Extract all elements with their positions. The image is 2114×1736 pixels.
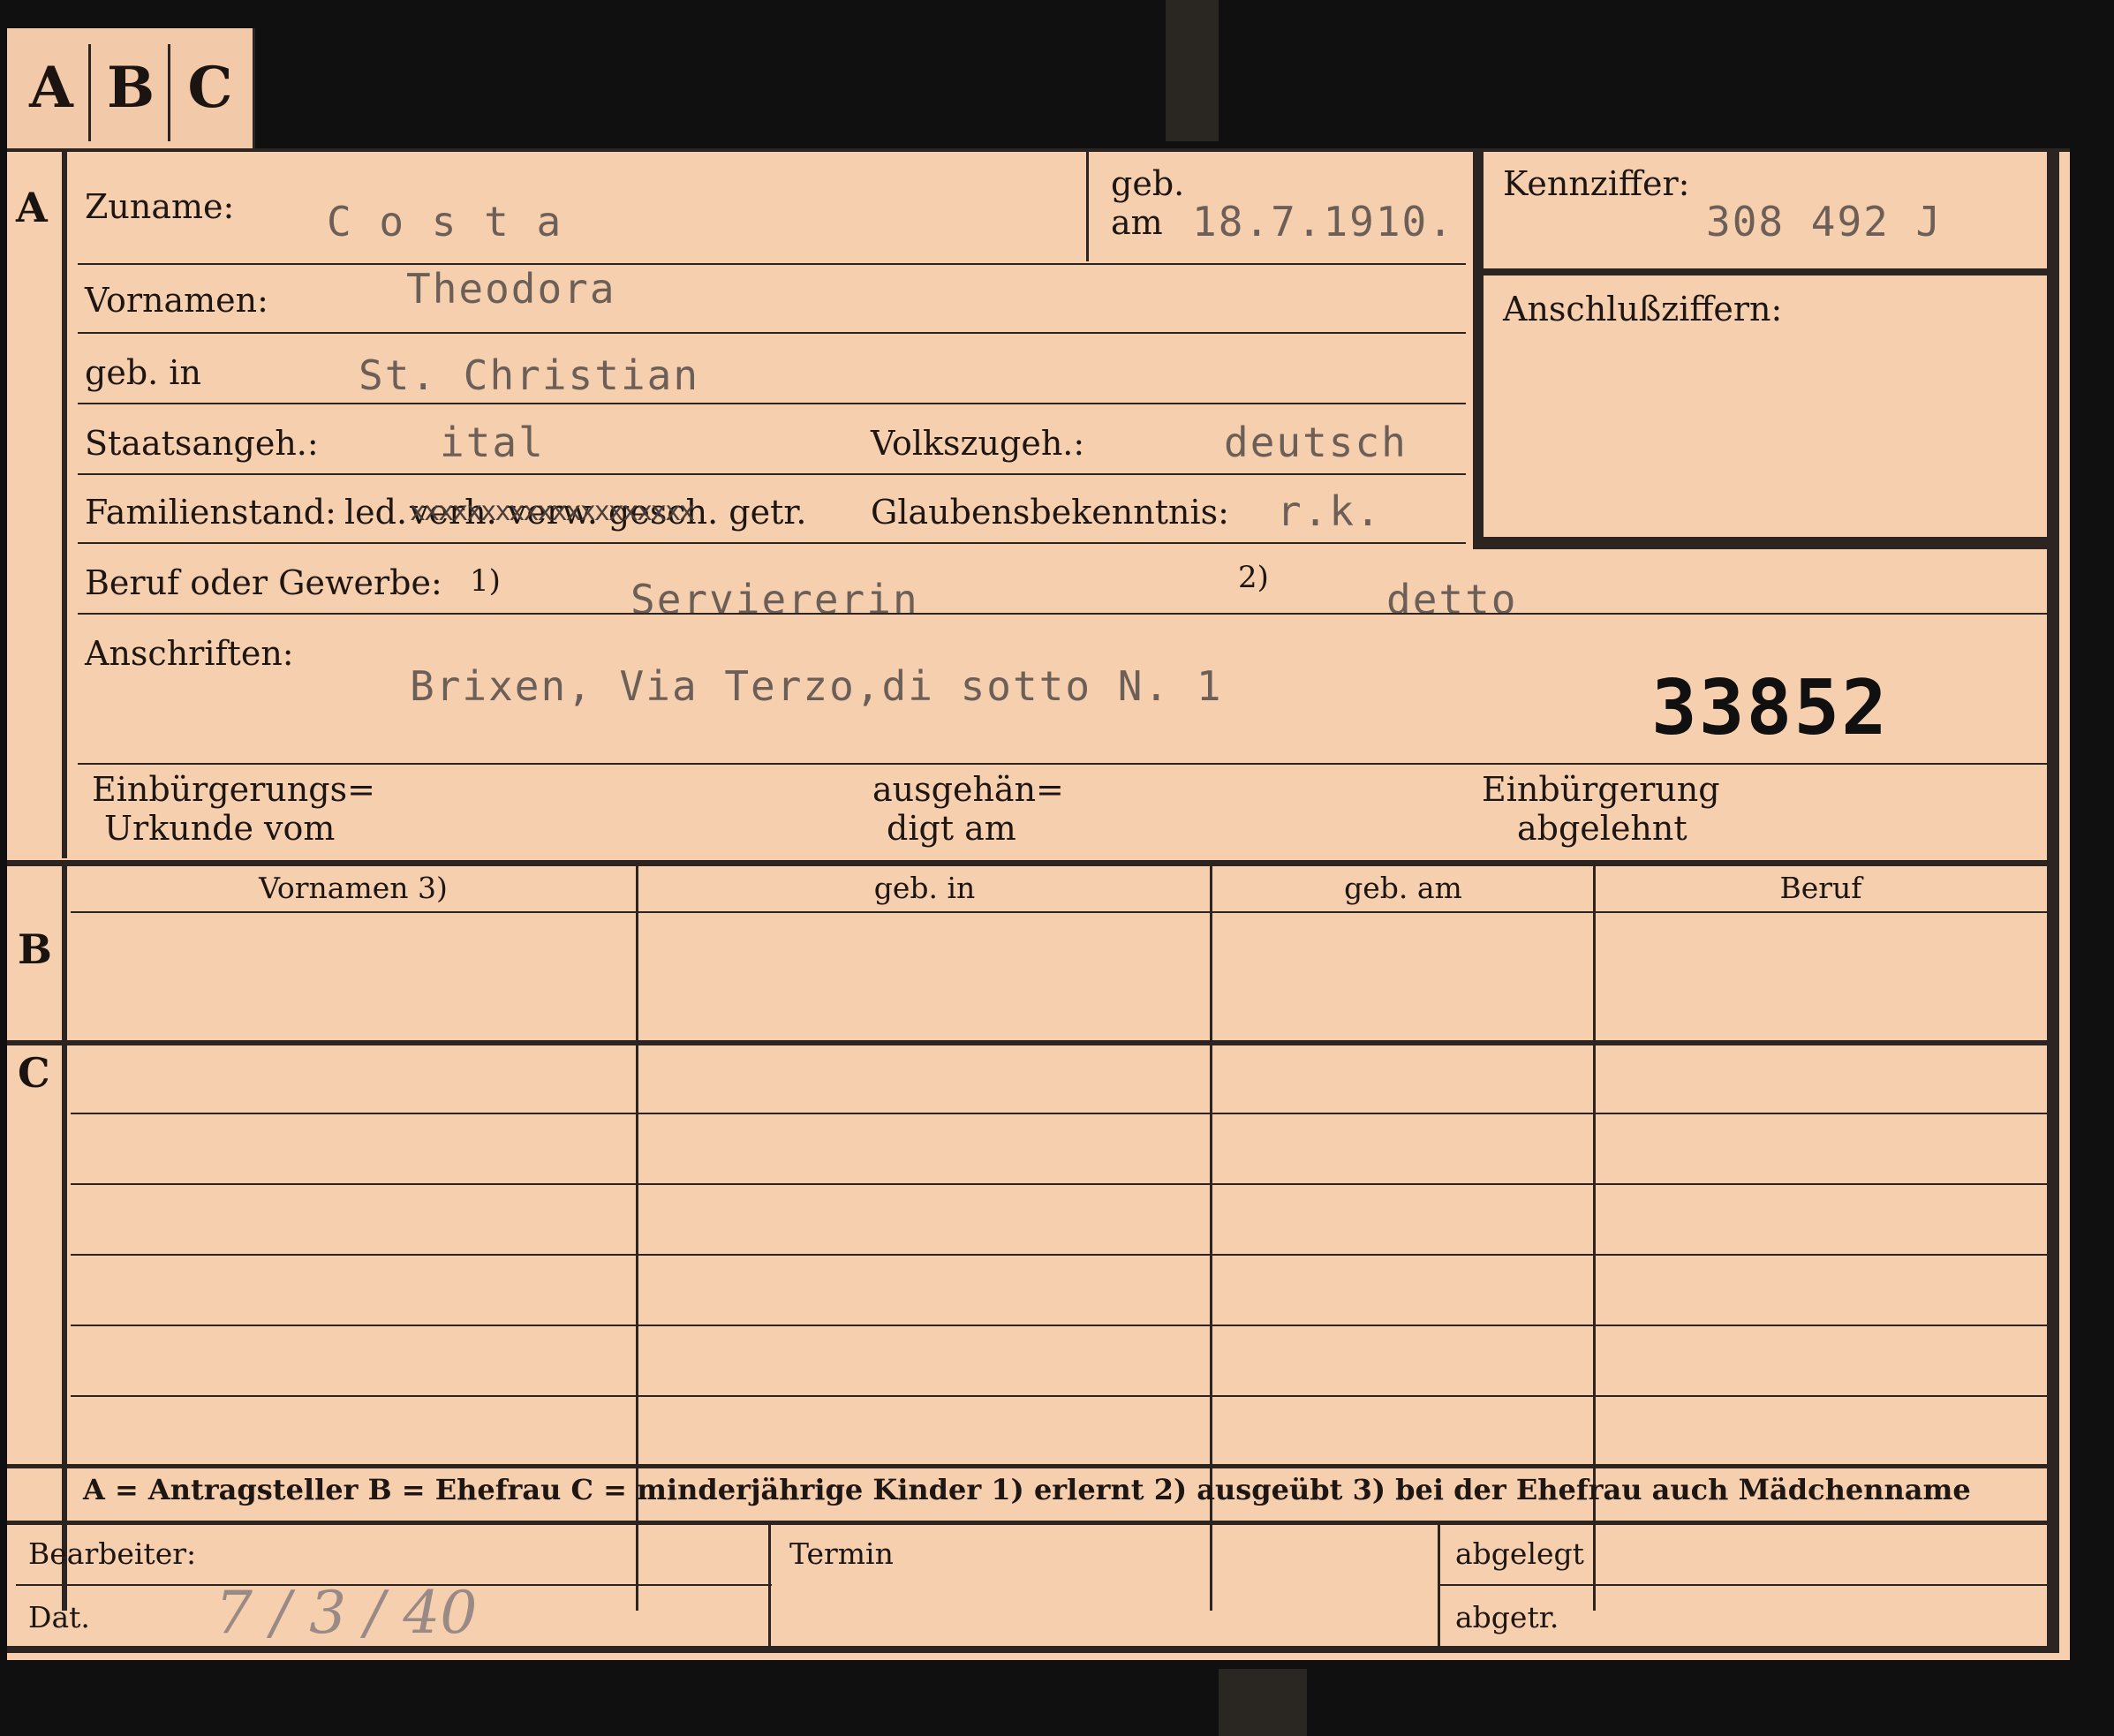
section-bc-left-rule (62, 864, 67, 1611)
row-rule (78, 763, 2047, 765)
glaubensbekenntnis-value: r.k. (1277, 487, 1382, 535)
anschlussziffern-label: Anschlußziffern: (1503, 290, 1783, 328)
tab-divider (168, 44, 170, 141)
table-row-rule (71, 1325, 2047, 1326)
einbuergerung-urkunde-line2: Urkunde vom (104, 809, 336, 848)
anschriften-label: Anschriften: (85, 634, 294, 673)
kennziffer-box-mid (1484, 268, 2049, 275)
stamp-number: 33852 (1651, 664, 1889, 752)
table-header-rule (71, 911, 2047, 913)
am-label: am (1111, 203, 1163, 242)
ausgehaendigt-line1: ausgehän= (872, 770, 1064, 809)
row-rule (78, 332, 1466, 334)
familienstand-strikeout: xxxxxxxxxxxxxxxxxxxx (410, 496, 695, 527)
anschriften-value: Brixen, Via Terzo,di sotto N. 1 (410, 662, 1223, 710)
volkszugeh-label: Volkszugeh.: (871, 424, 1085, 463)
section-letter-c: C (18, 1049, 50, 1097)
kennziffer-value: 308 492 J (1706, 198, 1943, 245)
termin-label: Termin (789, 1536, 894, 1571)
tab-letter-b: B (106, 55, 155, 121)
row-rule (78, 263, 1466, 265)
column-header-gebin: geb. in (873, 871, 976, 905)
table-row-rule (71, 1183, 2047, 1185)
legend-bottom-rule (7, 1521, 2049, 1525)
card-top-border (7, 148, 2070, 152)
legend-top-rule (7, 1464, 2049, 1468)
bearbeiter-label: Bearbeiter: (28, 1536, 197, 1571)
tab-letter-c: C (187, 55, 233, 121)
kennziffer-box-left (1473, 152, 1484, 549)
staatsangeh-label: Staatsangeh.: (85, 424, 319, 463)
kennziffer-label: Kennziffer: (1503, 164, 1690, 203)
row-rule (78, 542, 1466, 544)
row-rule (78, 613, 2047, 615)
einbuergerung-urkunde-line1: Einbürgerungs= (92, 770, 375, 809)
legend-text: A = Antragsteller B = Ehefrau C = minder… (83, 1473, 1971, 1506)
column-header-vornamen: Vornamen 3) (259, 871, 448, 905)
abgelegt-label: abgelegt (1455, 1536, 1584, 1571)
section-a-left-rule (62, 152, 67, 858)
vornamen-value: Theodora (406, 265, 616, 313)
film-strip (1219, 1669, 1307, 1736)
card-right-border (2047, 148, 2059, 1649)
birthdate-value: 18.7.1910. (1192, 198, 1454, 245)
section-b-top-rule (7, 860, 2049, 866)
familienstand-label: Familienstand: (85, 493, 336, 532)
gebin-label: geb. in (85, 353, 201, 392)
section-letter-b: B (18, 925, 52, 973)
row-rule (78, 473, 1466, 475)
ausgehaendigt-line2: digt am (887, 809, 1016, 848)
film-strip (1166, 0, 1219, 141)
beruf-value-2: detto (1386, 576, 1518, 623)
glaubensbekenntnis-label: Glaubensbekenntnis: (871, 493, 1229, 532)
geb-am-divider (1086, 152, 1089, 261)
table-row-rule (71, 1113, 2047, 1114)
section-letter-a: A (16, 184, 48, 231)
table-row-rule (71, 1254, 2047, 1256)
footer-divider (1438, 1525, 1440, 1649)
footer-divider (768, 1525, 771, 1649)
tab-letter-a: A (29, 55, 73, 121)
beruf-label: Beruf oder Gewerbe: (85, 563, 442, 602)
footer-row-rule (1438, 1584, 2047, 1586)
gebin-value: St. Christian (359, 351, 700, 399)
column-header-beruf: Beruf (1779, 871, 1862, 905)
dat-value: 7 / 3 / 40 (215, 1579, 478, 1647)
familienstand-led: led. (344, 493, 408, 532)
geb-label: geb. (1111, 164, 1185, 203)
card-bottom-border (7, 1646, 2059, 1653)
index-tab: A B C (7, 28, 255, 150)
beruf-footnote-2: 2) (1238, 560, 1269, 595)
kennziffer-box-bottom (1473, 537, 2049, 549)
zuname-label: Zuname: (85, 187, 235, 226)
tab-divider (88, 44, 91, 141)
zuname-value: C o s t a (327, 198, 563, 245)
einbuergerung-abgelehnt-line2: abgelehnt (1517, 809, 1687, 848)
staatsangeh-value: ital (440, 419, 545, 466)
column-header-gebam: geb. am (1344, 871, 1462, 905)
einbuergerung-abgelehnt-line1: Einbürgerung (1482, 770, 1720, 809)
abgetr-label: abgetr. (1455, 1600, 1559, 1634)
dat-label: Dat. (28, 1600, 90, 1634)
beruf-value: Serviererin (630, 576, 919, 623)
beruf-footnote-1: 1) (470, 563, 501, 599)
table-row-rule (71, 1395, 2047, 1397)
index-card: A B C Kennziffer: 308 492 J Anschlußziff… (7, 148, 2070, 1660)
section-c-top-rule (7, 1040, 2049, 1045)
vornamen-label: Vornamen: (85, 281, 268, 320)
volkszugeh-value: deutsch (1224, 419, 1408, 466)
row-rule (78, 403, 1466, 404)
